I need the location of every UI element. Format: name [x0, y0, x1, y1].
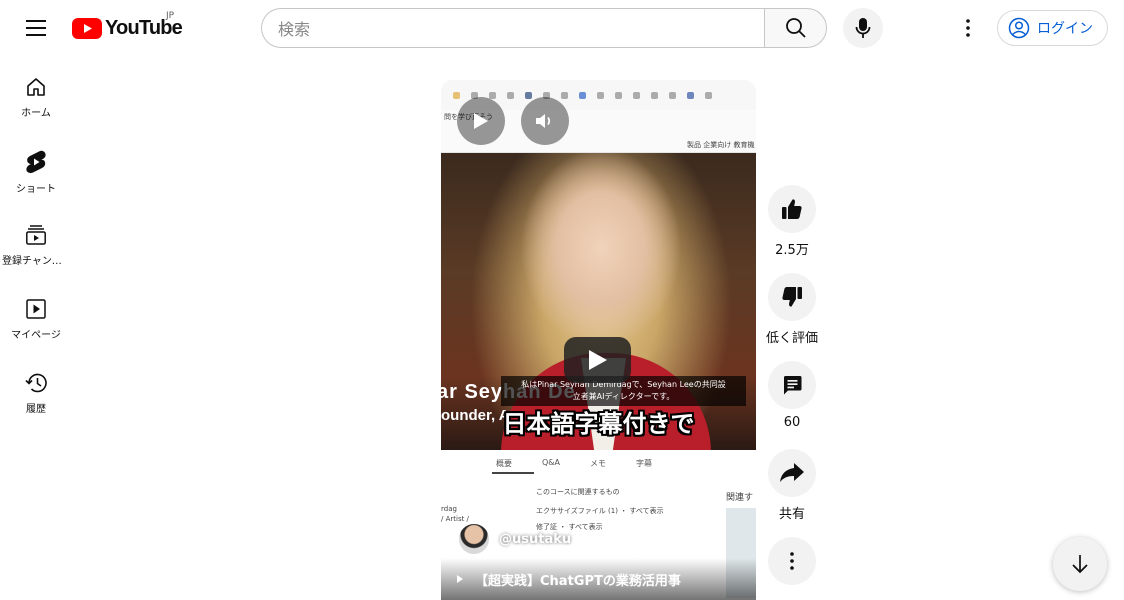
comment-action: 60 [764, 361, 820, 449]
dislike-action: 低く評価 [764, 273, 820, 361]
youtube-play-icon [72, 17, 102, 39]
play-button[interactable] [457, 97, 505, 145]
video-title[interactable]: 【超実践】ChatGPTの業務活用事 [475, 570, 681, 589]
voice-search-button[interactable] [843, 8, 883, 48]
hamburger-icon [26, 20, 46, 36]
related-heading: このコースに関連するもの [536, 488, 620, 496]
comment-icon [784, 376, 802, 395]
more-vert-icon [966, 19, 970, 37]
masthead: YouTube JP 検索 ログイン [0, 0, 1124, 56]
search-icon [785, 18, 806, 38]
mute-button[interactable] [521, 97, 569, 145]
subtitle-line-2: 立者兼AIディレクターです。 [572, 392, 675, 401]
channel-info[interactable]: @usutaku [457, 522, 571, 556]
shorts-icon [26, 150, 46, 174]
share-button[interactable] [768, 449, 816, 497]
more-action [764, 537, 820, 585]
like-button[interactable] [768, 185, 816, 233]
share-action: 共有 [764, 449, 820, 537]
comments-button[interactable] [768, 361, 816, 409]
arrow-down-icon [1072, 555, 1088, 574]
sidebar-item-subscriptions[interactable]: 登録チャンネル [0, 204, 72, 278]
search-placeholder: 検索 [278, 20, 311, 39]
thumbs-down-icon [782, 287, 802, 307]
share-icon [780, 463, 804, 482]
search-input[interactable]: 検索 [261, 8, 764, 48]
related-right-heading: 関連す [726, 493, 754, 503]
avatar[interactable] [457, 522, 491, 556]
more-vert-icon [790, 552, 794, 570]
side-text: rdag [441, 505, 457, 513]
play-arrow-small-icon [457, 575, 463, 583]
like-action: 2.5万 [764, 185, 820, 273]
account-circle-icon [1008, 17, 1030, 39]
login-label: ログイン [1037, 21, 1093, 37]
thumbs-up-icon [782, 199, 802, 219]
tab-underline [492, 472, 534, 474]
tab-overview: 概要 [496, 459, 512, 468]
library-icon [26, 299, 46, 319]
sidebar-item-label: 履歴 [26, 404, 46, 415]
shorts-video-player[interactable]: 問を学び直そう 製品 企業向け 教育機 ar Seyhan De ounder,… [441, 80, 756, 600]
login-button[interactable]: ログイン [997, 10, 1108, 46]
history-icon [25, 373, 47, 393]
dislike-label: 低く評価 [765, 331, 818, 346]
tab-qa: Q&A [542, 458, 561, 467]
play-icon [588, 350, 607, 370]
tab-notes: メモ [590, 459, 607, 468]
subscriptions-icon [26, 225, 46, 245]
channel-name[interactable]: @usutaku [499, 532, 571, 547]
sidebar-item-home[interactable]: ホーム [0, 56, 72, 130]
settings-menu-button[interactable] [952, 12, 984, 44]
tab-transcript: 字幕 [636, 459, 653, 468]
sidebar-item-label: ショート [16, 184, 56, 195]
menu-button[interactable] [20, 12, 52, 44]
share-label: 共有 [778, 507, 805, 522]
video-caption: 日本語字幕付きで [502, 410, 695, 438]
dislike-button[interactable] [768, 273, 816, 321]
volume-icon [536, 114, 551, 128]
like-count: 2.5万 [775, 243, 809, 258]
video-title-row[interactable]: 【超実践】ChatGPTの業務活用事 [441, 558, 756, 600]
sidebar-item-library[interactable]: マイページ [0, 278, 72, 352]
course-tabs: 概要 Q&A メモ 字幕 [496, 458, 652, 469]
sidebar-item-label: 登録チャンネル [2, 256, 70, 267]
video-page-links: 製品 企業向け 教育機 [687, 141, 755, 149]
home-icon [27, 78, 45, 96]
search-button[interactable] [764, 8, 827, 48]
guide-sidebar: ホーム ショート 登録チャンネル マイページ 履歴 [0, 56, 72, 426]
large-play-button[interactable] [564, 337, 631, 383]
next-video-button[interactable] [1053, 537, 1107, 591]
comment-count: 60 [783, 415, 801, 430]
sidebar-item-shorts[interactable]: ショート [0, 130, 72, 204]
region-code: JP [166, 11, 175, 21]
sidebar-item-history[interactable]: 履歴 [0, 352, 72, 426]
shorts-action-bar: 2.5万 低く評価 60 共有 [764, 185, 820, 585]
more-options-button[interactable] [768, 537, 816, 585]
related-item: エクササイズファイル (1) ・ すべて表示 [536, 507, 664, 515]
sidebar-item-label: ホーム [21, 108, 51, 119]
play-icon [474, 113, 488, 129]
microphone-icon [855, 18, 871, 38]
sidebar-item-label: マイページ [11, 330, 61, 341]
